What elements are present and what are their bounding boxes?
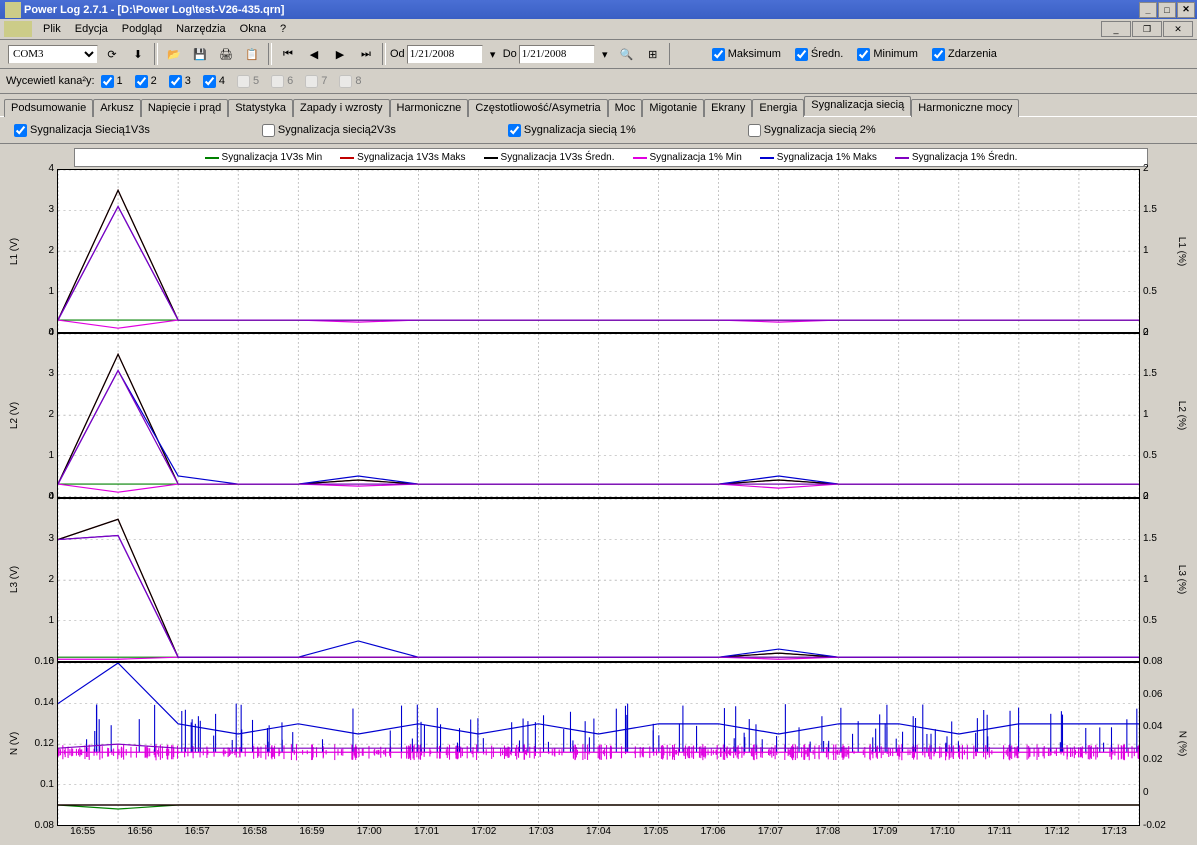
menu-help[interactable]: ? bbox=[273, 22, 293, 36]
tab-harmonics[interactable]: Harmoniczne bbox=[390, 99, 469, 117]
channel-7[interactable]: 7 bbox=[299, 75, 333, 88]
channel-5[interactable]: 5 bbox=[231, 75, 265, 88]
chart-L3[interactable] bbox=[57, 498, 1140, 662]
date-to-input[interactable] bbox=[519, 45, 595, 64]
menu-windows[interactable]: Okna bbox=[233, 22, 273, 36]
tab-screens[interactable]: Ekrany bbox=[704, 99, 752, 117]
chart-N[interactable] bbox=[57, 662, 1140, 826]
chart-L2[interactable] bbox=[57, 333, 1140, 497]
tab-statistics[interactable]: Statystyka bbox=[228, 99, 293, 117]
app-icon bbox=[5, 2, 21, 18]
tab-dips[interactable]: Zapady i wzrosty bbox=[293, 99, 390, 117]
subopt-2v3s[interactable]: Sygnalizacja siecią2V3s bbox=[256, 124, 402, 137]
maximize-button[interactable]: □ bbox=[1158, 2, 1176, 18]
minimize-button[interactable]: _ bbox=[1139, 2, 1157, 18]
chart-legend: Sygnalizacja 1V3s Min Sygnalizacja 1V3s … bbox=[74, 148, 1148, 167]
tab-voltage-current[interactable]: Napięcie i prąd bbox=[141, 99, 228, 117]
open-button[interactable]: 📂 bbox=[162, 42, 186, 66]
tab-energy[interactable]: Energia bbox=[752, 99, 804, 117]
menu-file[interactable]: Plik bbox=[36, 22, 68, 36]
maximum-checkbox[interactable]: Maksimum bbox=[706, 48, 787, 61]
tab-sheet[interactable]: Arkusz bbox=[93, 99, 141, 117]
menu-bar: Plik Edycja Podgląd Narzędzia Okna ? _ ❐… bbox=[0, 19, 1197, 40]
save-button[interactable]: 💾 bbox=[188, 42, 212, 66]
tab-frequency[interactable]: Częstotliowość/Asymetria bbox=[468, 99, 607, 117]
menu-view[interactable]: Podgląd bbox=[115, 22, 169, 36]
channels-label: Wycewietl kana²y: bbox=[6, 75, 95, 87]
window-title: Power Log 2.7.1 - [D:\Power Log\test-V26… bbox=[24, 4, 284, 16]
date-from-input[interactable] bbox=[407, 45, 483, 64]
com-port-select[interactable]: COM3 bbox=[8, 45, 98, 64]
channel-8[interactable]: 8 bbox=[333, 75, 367, 88]
events-checkbox[interactable]: Zdarzenia bbox=[926, 48, 1003, 61]
tab-power[interactable]: Moc bbox=[608, 99, 643, 117]
to-label: Do bbox=[503, 48, 517, 60]
subopt-2pct[interactable]: Sygnalizacja siecią 2% bbox=[742, 124, 882, 137]
connect-button[interactable]: ⟳ bbox=[100, 42, 124, 66]
zoom-button[interactable]: 🔍 bbox=[615, 42, 639, 66]
tab-power-harmonics[interactable]: Harmoniczne mocy bbox=[911, 99, 1019, 117]
subopt-1v3s[interactable]: Sygnalizacja Siecią1V3s bbox=[8, 124, 156, 137]
first-button[interactable]: ⏮ bbox=[276, 42, 300, 66]
chart-area: Sygnalizacja 1V3s Min Sygnalizacja 1V3s … bbox=[0, 144, 1197, 845]
export-button[interactable]: 📋 bbox=[240, 42, 264, 66]
tab-summary[interactable]: Podsumowanie bbox=[4, 99, 93, 117]
download-button[interactable]: ⬇ bbox=[126, 42, 150, 66]
doc-icon bbox=[4, 21, 32, 37]
minimum-checkbox[interactable]: Minimum bbox=[851, 48, 924, 61]
mdi-close-button[interactable]: ✕ bbox=[1163, 21, 1193, 37]
channel-1[interactable]: 1 bbox=[95, 75, 129, 88]
close-button[interactable]: ✕ bbox=[1177, 2, 1195, 18]
menu-tools[interactable]: Narzędzia bbox=[169, 22, 233, 36]
chart-L1[interactable] bbox=[57, 169, 1140, 333]
menu-edit[interactable]: Edycja bbox=[68, 22, 115, 36]
date-from-dropdown[interactable]: ▾ bbox=[485, 42, 501, 66]
fit-button[interactable]: ⊞ bbox=[641, 42, 665, 66]
channel-6[interactable]: 6 bbox=[265, 75, 299, 88]
mdi-restore-button[interactable]: ❐ bbox=[1132, 21, 1162, 37]
title-bar: Power Log 2.7.1 - [D:\Power Log\test-V26… bbox=[0, 0, 1197, 19]
prev-button[interactable]: ◀ bbox=[302, 42, 326, 66]
toolbar: COM3 ⟳ ⬇ 📂 💾 🖨 📋 ⏮ ◀ ▶ ⏭ Od ▾ Do ▾ 🔍 ⊞ M… bbox=[0, 40, 1197, 69]
channel-3[interactable]: 3 bbox=[163, 75, 197, 88]
subopt-1pct[interactable]: Sygnalizacja siecią 1% bbox=[502, 124, 642, 137]
average-checkbox[interactable]: Średn. bbox=[789, 48, 849, 61]
channel-2[interactable]: 2 bbox=[129, 75, 163, 88]
tab-bar: Podsumowanie Arkusz Napięcie i prąd Stat… bbox=[0, 94, 1197, 117]
last-button[interactable]: ⏭ bbox=[354, 42, 378, 66]
mdi-minimize-button[interactable]: _ bbox=[1101, 21, 1131, 37]
from-label: Od bbox=[390, 48, 405, 60]
print-button[interactable]: 🖨 bbox=[214, 42, 238, 66]
date-to-dropdown[interactable]: ▾ bbox=[597, 42, 613, 66]
sub-options: Sygnalizacja Siecią1V3s Sygnalizacja sie… bbox=[0, 117, 1197, 144]
next-button[interactable]: ▶ bbox=[328, 42, 352, 66]
tab-mains-signalling[interactable]: Sygnalizacja siecią bbox=[804, 96, 911, 116]
channel-4[interactable]: 4 bbox=[197, 75, 231, 88]
tab-flicker[interactable]: Migotanie bbox=[642, 99, 704, 117]
channels-bar: Wycewietl kana²y: 1 2 3 4 5 6 7 8 bbox=[0, 69, 1197, 94]
